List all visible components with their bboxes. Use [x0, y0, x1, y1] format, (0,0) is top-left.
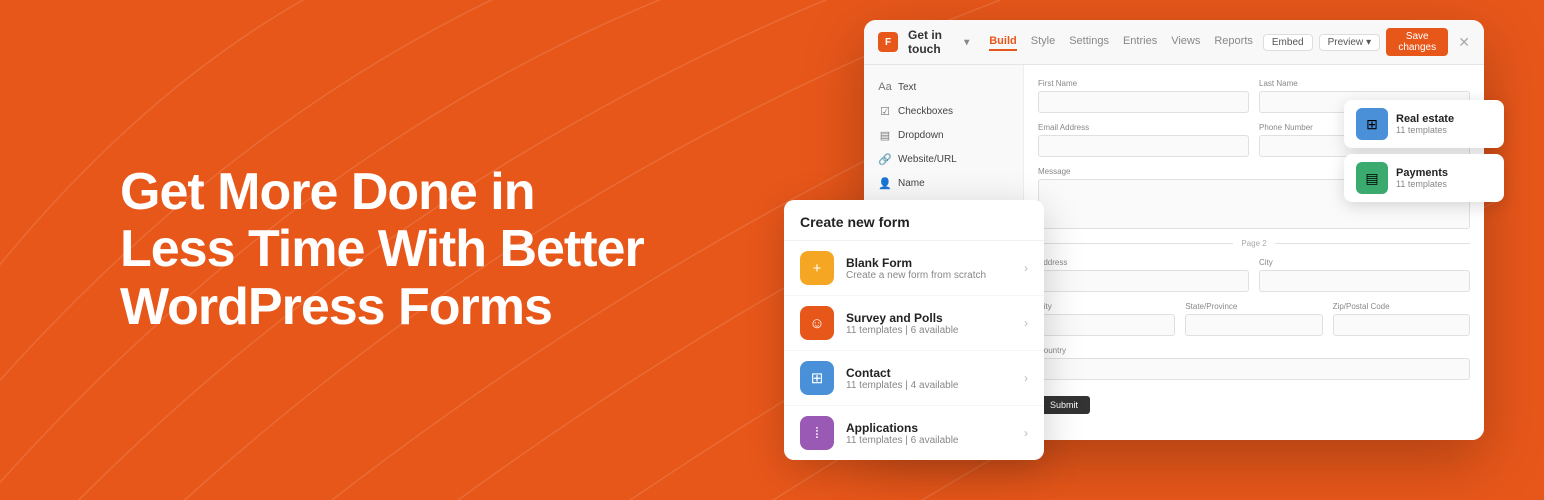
real-estate-text: Real estate 11 templates: [1396, 113, 1454, 135]
window-topbar: F Get in touch ▾ Build Style Settings En…: [864, 20, 1484, 65]
contact-icon: ⊞: [800, 361, 834, 395]
preview-button[interactable]: Preview ▾: [1319, 34, 1381, 51]
tab-style[interactable]: Style: [1031, 33, 1055, 51]
form-row-address: Address City: [1038, 258, 1470, 292]
form-field-first-name: First Name: [1038, 79, 1249, 113]
embed-button[interactable]: Embed: [1263, 34, 1313, 51]
field-checkboxes[interactable]: ☑ Checkboxes: [874, 99, 1013, 123]
applications-chevron: ›: [1024, 426, 1028, 440]
create-new-form-modal: Create new form + Blank Form Create a ne…: [784, 200, 1044, 460]
form-title-chevron: ▾: [964, 37, 969, 48]
close-icon[interactable]: ✕: [1458, 34, 1470, 50]
form-field-email: Email Address: [1038, 123, 1249, 157]
survey-chevron: ›: [1024, 316, 1028, 330]
field-dropdown[interactable]: ▤ Dropdown: [874, 123, 1013, 147]
form-field-country: Country: [1038, 346, 1470, 380]
real-estate-icon: ⊞: [1356, 108, 1388, 140]
chevron-down-icon: ▾: [1366, 37, 1371, 48]
nav-actions: Embed Preview ▾ Save changes ✕: [1263, 28, 1470, 56]
tab-build[interactable]: Build: [989, 33, 1017, 51]
hero-title-line3: WordPress Forms: [120, 278, 552, 336]
ui-screenshot-area: F Get in touch ▾ Build Style Settings En…: [784, 20, 1504, 480]
form-field-city: City: [1259, 258, 1470, 292]
applications-text: Applications 11 templates | 6 available: [846, 421, 958, 446]
form-title: Get in touch ▾: [908, 28, 969, 56]
modal-item-applications[interactable]: ⁞ Applications 11 templates | 6 availabl…: [784, 406, 1044, 460]
payments-text: Payments 11 templates: [1396, 167, 1448, 189]
applications-icon: ⁞: [800, 416, 834, 450]
field-website-url[interactable]: 🔗 Website/URL: [874, 147, 1013, 171]
hero-title-line2: Less Time With Better: [120, 220, 644, 278]
page-divider: Page 2: [1038, 239, 1470, 248]
name-icon: 👤: [878, 176, 892, 190]
modal-item-blank-form[interactable]: + Blank Form Create a new form from scra…: [784, 241, 1044, 296]
dropdown-icon: ▤: [878, 128, 892, 142]
tab-views[interactable]: Views: [1171, 33, 1200, 51]
template-cards: ⊞ Real estate 11 templates ▤ Payments 11…: [1344, 100, 1504, 202]
page-divider-line-left: [1038, 243, 1233, 244]
contact-text: Contact 11 templates | 4 available: [846, 366, 958, 391]
tab-settings[interactable]: Settings: [1069, 33, 1109, 51]
window-logo-icon: F: [878, 32, 898, 52]
hero-title: Get More Done in Less Time With Better W…: [120, 164, 644, 336]
text-field-icon: Aa: [878, 80, 892, 94]
modal-item-survey[interactable]: ☺ Survey and Polls 11 templates | 6 avai…: [784, 296, 1044, 351]
survey-icon: ☺: [800, 306, 834, 340]
field-name[interactable]: 👤 Name: [874, 171, 1013, 195]
url-icon: 🔗: [878, 152, 892, 166]
modal-header: Create new form: [784, 200, 1044, 241]
save-changes-button[interactable]: Save changes: [1386, 28, 1448, 56]
template-card-real-estate[interactable]: ⊞ Real estate 11 templates: [1344, 100, 1504, 148]
form-row-country: Country: [1038, 346, 1470, 380]
blank-form-text: Blank Form Create a new form from scratc…: [846, 256, 986, 281]
blank-form-chevron: ›: [1024, 261, 1028, 275]
hero-section: Get More Done in Less Time With Better W…: [0, 0, 1544, 500]
checkboxes-icon: ☑: [878, 104, 892, 118]
hero-title-line1: Get More Done in: [120, 163, 534, 221]
template-card-payments[interactable]: ▤ Payments 11 templates: [1344, 154, 1504, 202]
field-text[interactable]: Aa Text: [874, 75, 1013, 99]
survey-text: Survey and Polls 11 templates | 6 availa…: [846, 311, 958, 336]
form-field-address: Address: [1038, 258, 1249, 292]
submit-button[interactable]: Submit: [1038, 396, 1090, 414]
contact-chevron: ›: [1024, 371, 1028, 385]
tab-reports[interactable]: Reports: [1214, 33, 1253, 51]
form-row-city-state: City State/Province Zip/Postal Code: [1038, 302, 1470, 336]
submit-button-area: Submit: [1038, 390, 1470, 414]
form-field-city2: City: [1038, 302, 1175, 336]
form-field-zip: Zip/Postal Code: [1333, 302, 1470, 336]
modal-title: Create new form: [800, 214, 1028, 230]
tab-entries[interactable]: Entries: [1123, 33, 1157, 51]
modal-item-contact[interactable]: ⊞ Contact 11 templates | 4 available ›: [784, 351, 1044, 406]
hero-text-block: Get More Done in Less Time With Better W…: [120, 164, 644, 336]
page-divider-line-right: [1275, 243, 1470, 244]
form-field-state: State/Province: [1185, 302, 1322, 336]
payments-icon: ▤: [1356, 162, 1388, 194]
blank-form-icon: +: [800, 251, 834, 285]
page-divider-label: Page 2: [1241, 239, 1266, 248]
nav-tabs: Build Style Settings Entries Views Repor…: [989, 33, 1253, 51]
